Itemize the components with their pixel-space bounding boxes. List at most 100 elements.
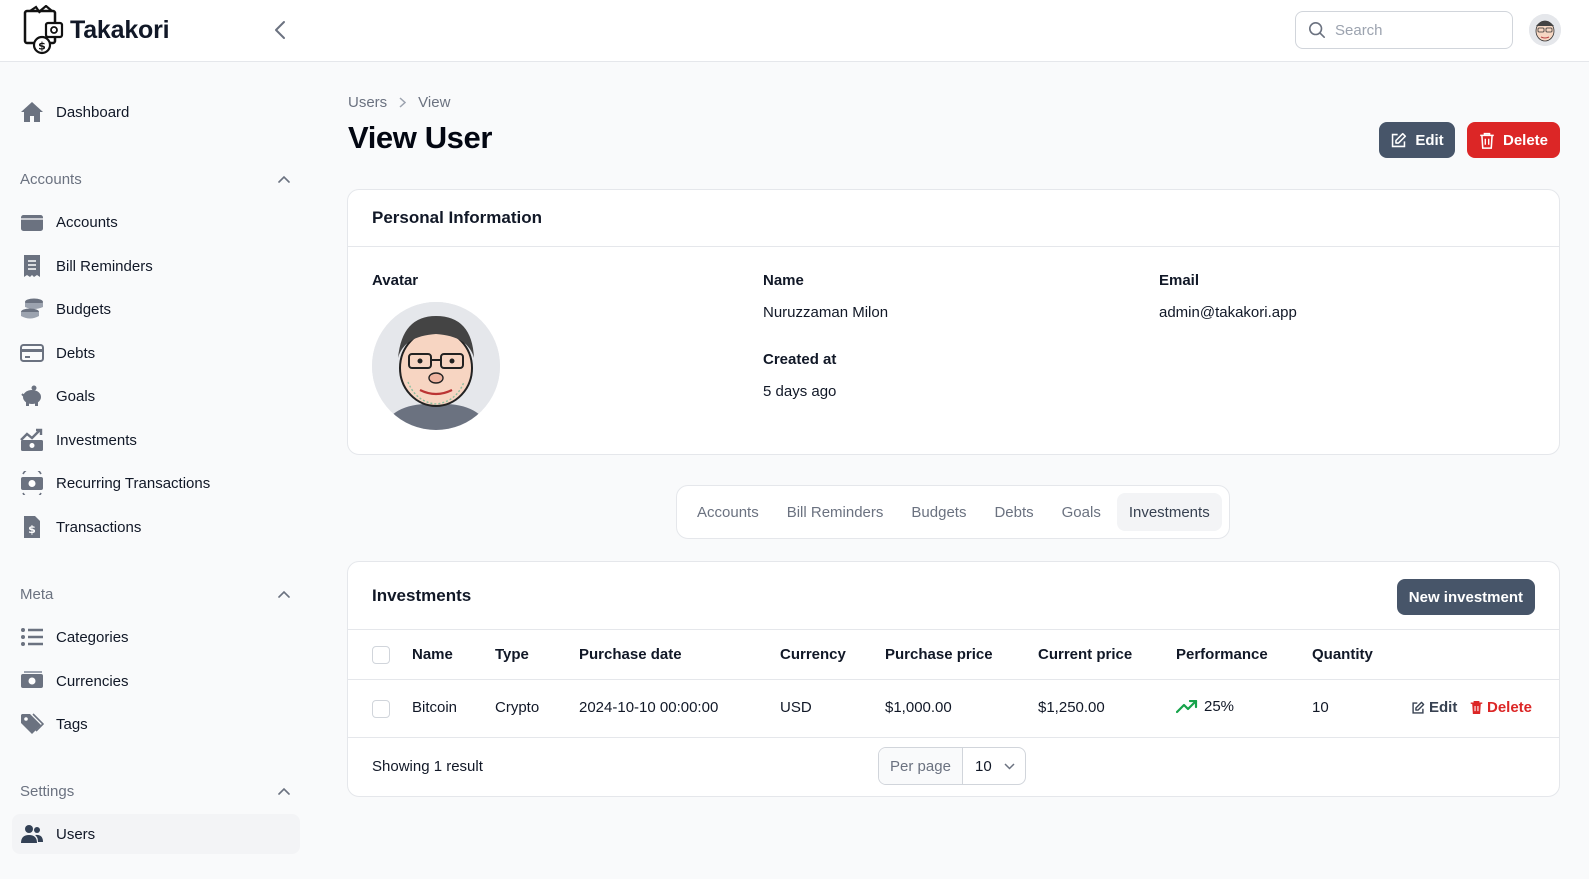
brand[interactable]: $ Takakori	[22, 5, 170, 55]
sidebar-item-transactions[interactable]: $ Transactions	[12, 507, 300, 547]
cell-quantity: 10	[1312, 699, 1329, 716]
cell-currency: USD	[780, 699, 812, 716]
column-header[interactable]: Type	[495, 646, 529, 663]
cell-type: Crypto	[495, 699, 540, 716]
name-label: Name	[763, 272, 804, 289]
investments-card: Investments New investment Name Type Pur…	[347, 561, 1560, 797]
table-row[interactable]: Bitcoin Crypto 2024-10-10 00:00:00 USD $…	[348, 680, 1559, 738]
banknotes-icon	[20, 669, 44, 693]
email-value: admin@takakori.app	[1159, 304, 1297, 321]
sidebar-item-budgets[interactable]: Budgets	[12, 289, 300, 329]
column-header[interactable]: Purchase price	[885, 646, 993, 663]
per-page-control: Per page 10	[878, 747, 1026, 785]
row-checkbox[interactable]	[372, 700, 390, 718]
column-header[interactable]: Currency	[780, 646, 846, 663]
column-header[interactable]: Performance	[1176, 646, 1268, 663]
sidebar-item-tags[interactable]: Tags	[12, 704, 300, 744]
sidebar-item-label: Investments	[56, 431, 137, 449]
global-search[interactable]	[1295, 11, 1513, 49]
breadcrumb-current: View	[418, 94, 451, 111]
chart-trend-icon	[20, 428, 44, 452]
page-title: View User	[348, 120, 493, 155]
email-label: Email	[1159, 272, 1200, 289]
breadcrumb-link-users[interactable]: Users	[348, 94, 387, 111]
pencil-square-icon	[1412, 701, 1425, 714]
collapse-sidebar-button[interactable]	[268, 18, 292, 42]
user-avatar	[372, 302, 500, 430]
relation-tabs: Accounts Bill Reminders Budgets Debts Go…	[676, 485, 1230, 539]
tab-bill-reminders[interactable]: Bill Reminders	[775, 493, 896, 531]
row-delete-label: Delete	[1487, 699, 1533, 716]
delete-button[interactable]: Delete	[1467, 122, 1560, 158]
search-input[interactable]	[1335, 21, 1495, 39]
cell-purchase-date: 2024-10-10 00:00:00	[579, 699, 719, 716]
chevron-right-icon	[399, 97, 407, 108]
per-page-label: Per page	[879, 748, 963, 784]
sidebar-item-categories[interactable]: Categories	[12, 617, 300, 657]
svg-text:$: $	[38, 40, 46, 53]
coins-icon	[20, 297, 44, 321]
sidebar-item-label: Currencies	[56, 672, 129, 690]
cell-purchase-price: $1,000.00	[885, 699, 952, 716]
sidebar-item-users[interactable]: Users	[12, 814, 300, 854]
results-count: Showing 1 result	[372, 758, 483, 775]
per-page-select[interactable]: 10	[963, 748, 1025, 784]
tab-budgets[interactable]: Budgets	[899, 493, 978, 531]
sidebar-item-debts[interactable]: Debts	[12, 333, 300, 373]
avatar-image	[372, 302, 500, 430]
tab-debts[interactable]: Debts	[982, 493, 1045, 531]
sidebar-item-recurring-transactions[interactable]: Recurring Transactions	[12, 463, 300, 503]
sidebar-group-meta[interactable]: Meta	[20, 582, 290, 606]
card-title: Personal Information	[348, 190, 1559, 247]
tab-investments[interactable]: Investments	[1116, 493, 1222, 531]
row-delete-action[interactable]: Delete	[1470, 699, 1532, 716]
column-header[interactable]: Current price	[1038, 646, 1132, 663]
sidebar-item-label: Budgets	[56, 300, 112, 318]
tag-icon	[20, 712, 44, 736]
sidebar-group-label: Settings	[20, 782, 75, 800]
edit-button-label: Edit	[1415, 131, 1444, 149]
trash-icon	[1480, 132, 1494, 149]
edit-button[interactable]: Edit	[1379, 122, 1455, 158]
list-icon	[20, 625, 44, 649]
sidebar-item-label: Tags	[56, 715, 88, 733]
sidebar-item-currencies[interactable]: Currencies	[12, 661, 300, 701]
wallet-icon	[20, 210, 44, 234]
cell-name: Bitcoin	[412, 699, 458, 716]
chevron-left-icon	[275, 21, 285, 39]
sidebar-item-bill-reminders[interactable]: Bill Reminders	[12, 246, 300, 286]
tab-goals[interactable]: Goals	[1050, 493, 1113, 531]
breadcrumb: Users View	[348, 94, 450, 111]
name-value: Nuruzzaman Milon	[763, 304, 889, 321]
sidebar-item-label: Transactions	[56, 518, 142, 536]
search-icon	[1308, 21, 1326, 39]
sidebar-group-settings[interactable]: Settings	[20, 779, 290, 803]
sidebar-item-accounts[interactable]: Accounts	[12, 202, 300, 242]
trash-icon	[1470, 701, 1483, 714]
column-header[interactable]: Purchase date	[579, 646, 682, 663]
select-all-checkbox[interactable]	[372, 646, 390, 664]
column-header[interactable]: Quantity	[1312, 646, 1373, 663]
sidebar-item-investments[interactable]: Investments	[12, 420, 300, 460]
sidebar-item-label: Dashboard	[56, 103, 130, 121]
row-edit-label: Edit	[1429, 699, 1458, 716]
new-investment-button[interactable]: New investment	[1396, 579, 1535, 615]
sidebar-group-label: Meta	[20, 585, 54, 603]
tab-accounts[interactable]: Accounts	[685, 493, 771, 531]
takakori-logo-icon: $	[23, 5, 64, 55]
sidebar-item-label: Accounts	[56, 213, 118, 231]
sidebar-group-accounts[interactable]: Accounts	[20, 167, 290, 191]
user-menu-avatar[interactable]	[1529, 14, 1561, 46]
created-at-label: Created at	[763, 351, 837, 368]
row-edit-action[interactable]: Edit	[1411, 699, 1457, 716]
column-header[interactable]: Name	[412, 646, 453, 663]
sidebar-item-dashboard[interactable]: Dashboard	[12, 92, 300, 132]
performance-value: 25%	[1204, 698, 1235, 715]
sidebar-item-label: Categories	[56, 628, 129, 646]
sidebar-item-goals[interactable]: Goals	[12, 376, 300, 416]
chevron-up-icon	[278, 787, 290, 795]
cell-performance: 25%	[1176, 698, 1234, 715]
recurring-money-icon	[20, 471, 44, 495]
chevron-up-icon	[278, 590, 290, 598]
document-dollar-icon: $	[20, 515, 44, 539]
